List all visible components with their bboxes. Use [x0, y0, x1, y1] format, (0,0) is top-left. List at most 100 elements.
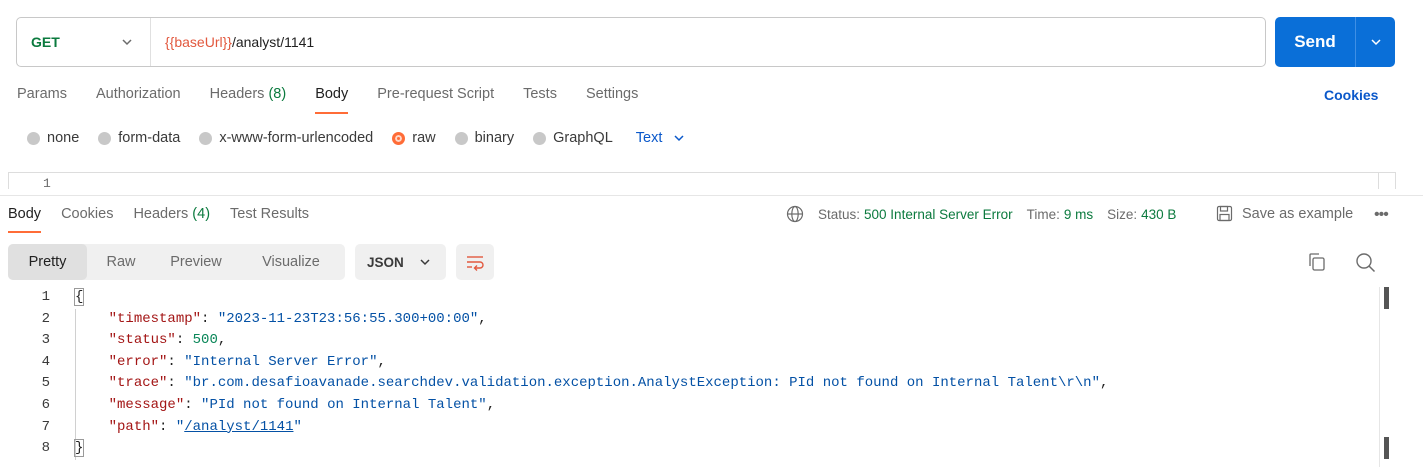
search-button[interactable] — [1355, 252, 1376, 276]
code-line: 3 "status": 500, — [0, 330, 1380, 352]
code-line: 1{ — [0, 287, 1380, 309]
line-text: "message": "PId not found on Internal Ta… — [75, 395, 496, 417]
code-line: 5 "trace": "br.com.desafioavanade.search… — [0, 373, 1380, 395]
save-as-example-button[interactable]: Save as example — [1216, 205, 1353, 222]
url-variable: {{baseUrl}} — [165, 34, 232, 50]
size-group[interactable]: Size: 430 B — [1107, 207, 1176, 222]
line-text: "error": "Internal Server Error", — [75, 352, 386, 374]
response-tab-body[interactable]: Body — [8, 206, 42, 234]
time-label: Time: — [1026, 206, 1060, 222]
code-token: "message" — [108, 396, 185, 413]
response-tab-headers[interactable]: Headers (4) — [133, 206, 210, 234]
cookies-link[interactable]: Cookies — [1324, 87, 1378, 103]
view-mode-preview[interactable]: Preview — [155, 244, 237, 280]
line-number: 5 — [41, 375, 50, 392]
view-mode-visualize[interactable]: Visualize — [237, 244, 345, 280]
radio-label: none — [47, 130, 80, 146]
radio-circle-icon — [98, 131, 112, 145]
radio-circle-icon — [199, 131, 213, 145]
status-group[interactable]: Status: 500 Internal Server Error — [818, 207, 1013, 222]
send-button[interactable]: Send — [1275, 32, 1355, 52]
chevron-down-icon — [674, 135, 684, 142]
tab-tests[interactable]: Tests — [523, 86, 557, 114]
radio-form-data[interactable]: form-data — [98, 130, 180, 146]
radio-label: GraphQL — [553, 130, 613, 146]
code-token: : — [201, 310, 218, 327]
pane-divider[interactable] — [0, 195, 1423, 196]
tab-label: Cookies — [61, 206, 114, 222]
editor-scrollbar[interactable] — [1378, 173, 1395, 189]
code-token: , — [478, 310, 487, 327]
save-icon — [1216, 205, 1233, 222]
viewer-scroll-track[interactable] — [1379, 287, 1380, 467]
radio-label: x-www-form-urlencoded — [219, 130, 374, 146]
chevron-down-icon — [1370, 39, 1381, 46]
code-token: "Internal Server Error" — [184, 353, 378, 370]
globe-icon[interactable] — [786, 205, 804, 223]
tab-label: Authorization — [95, 86, 181, 102]
search-icon — [1356, 253, 1376, 273]
format-label: JSON — [367, 254, 404, 270]
tab-label: Body — [8, 206, 42, 222]
copy-icon — [1309, 253, 1325, 271]
more-options-icon[interactable]: ••• — [1374, 206, 1389, 224]
tab-label: Tests — [523, 86, 557, 102]
line-number: 7 — [41, 418, 50, 435]
code-token: "PId not found on Internal Talent" — [201, 396, 487, 413]
radio-graphql[interactable]: GraphQL — [533, 130, 613, 146]
size-value: 430 B — [1141, 206, 1177, 222]
tab-params[interactable]: Params — [17, 86, 67, 114]
code-token: " — [175, 418, 185, 435]
radio-x-www-form-urlencoded[interactable]: x-www-form-urlencoded — [199, 130, 373, 146]
path-link[interactable]: /analyst/1141 — [184, 419, 293, 435]
send-options-button[interactable] — [1356, 17, 1395, 67]
code-line: 6 "message": "PId not found on Internal … — [0, 395, 1380, 417]
line-number: 4 — [41, 353, 50, 370]
copy-button[interactable] — [1307, 252, 1327, 275]
radio-raw[interactable]: raw — [392, 130, 436, 146]
method-select[interactable]: GET — [17, 18, 151, 66]
code-line: 8} — [0, 438, 1380, 460]
view-mode-tabs: Pretty Raw Preview Visualize — [8, 244, 345, 280]
line-text: "timestamp": "2023-11-23T23:56:55.300+00… — [75, 309, 487, 331]
wrap-lines-button[interactable] — [456, 244, 494, 280]
radio-label: form-data — [118, 130, 181, 146]
status-label: Status: — [818, 206, 861, 222]
radio-circle-icon — [533, 131, 547, 145]
code-token: "br.com.desafioavanade.searchdev.validat… — [184, 375, 1100, 392]
line-number: 3 — [41, 332, 50, 349]
line-number: 2 — [41, 310, 50, 327]
request-body-editor[interactable]: 1 — [8, 172, 1396, 191]
radio-none[interactable]: none — [27, 130, 79, 146]
response-tab-cookies[interactable]: Cookies — [61, 206, 113, 234]
code-token: 500 — [192, 332, 218, 349]
viewer-scrollbar-bottom[interactable] — [1384, 437, 1389, 459]
response-body-viewer[interactable]: 1{2 "timestamp": "2023-11-23T23:56:55.30… — [0, 287, 1380, 460]
url-input[interactable]: {{baseUrl}}/analyst/1141 — [151, 34, 314, 50]
tab-body[interactable]: Body — [315, 86, 349, 114]
line-text: } — [73, 438, 85, 460]
time-value: 9 ms — [1063, 206, 1094, 222]
tab-headers[interactable]: Headers (8) — [210, 86, 287, 114]
editor-line-number: 1 — [43, 176, 51, 191]
tab-pre-request-script[interactable]: Pre-request Script — [377, 86, 494, 114]
time-group[interactable]: Time: 9 ms — [1027, 207, 1094, 222]
radio-binary[interactable]: binary — [454, 130, 515, 146]
chevron-down-icon — [122, 39, 132, 46]
raw-format-select[interactable]: Text — [636, 130, 687, 146]
tab-settings[interactable]: Settings — [586, 86, 638, 114]
view-mode-raw[interactable]: Raw — [87, 244, 155, 280]
format-select[interactable]: JSON — [355, 244, 446, 280]
code-token: "timestamp" — [108, 310, 202, 327]
tab-authorization[interactable]: Authorization — [96, 86, 181, 114]
code-token: "trace" — [108, 375, 168, 392]
response-tab-test-results[interactable]: Test Results — [230, 206, 309, 234]
view-mode-pretty[interactable]: Pretty — [8, 244, 87, 280]
code-token: " — [293, 418, 302, 435]
line-text: "trace": "br.com.desafioavanade.searchde… — [75, 373, 1109, 395]
viewer-scrollbar-top[interactable] — [1384, 287, 1389, 309]
line-number: 6 — [41, 396, 50, 413]
radio-label: binary — [474, 130, 515, 146]
